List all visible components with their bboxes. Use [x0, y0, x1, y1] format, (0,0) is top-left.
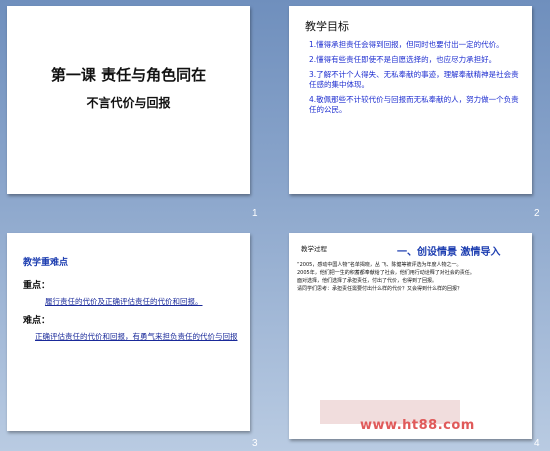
difficulty-text: 正确评估责任的代价和回报，有勇气来担负责任的代价与回报: [35, 332, 238, 341]
body-paragraph: 面对选择，他们选择了承担责任，付出了代价，也得到了回报。: [297, 278, 438, 284]
slide-4-heading: 一、创设情景 激情导入: [397, 247, 501, 258]
body-paragraph: “2005，感动中国人物”名单揭晓，丛 飞、陈健等被评选为年度人物之一。: [297, 262, 462, 268]
difficulty-label: 难点：: [23, 316, 51, 326]
slide-3-title: 教学重难点: [23, 258, 69, 268]
slide-1-subtitle: 不言代价与回报: [86, 96, 171, 110]
slide-4-label: 教学过程: [301, 245, 327, 253]
slide-thumbnail-1[interactable]: 第一课 责任与角色同在 不言代价与回报: [7, 6, 250, 194]
slide-thumbnail-2[interactable]: 教学目标 1.懂得承担责任会得到回报，但同时也要付出一定的代价。 2.懂得有些责…: [289, 6, 532, 194]
objective-item: 2.懂得有些责任即使不是自愿选择的，也应尽力承担好。: [309, 55, 497, 64]
objective-item: 4.敬佩那些不计较代价与回报而无私奉献的人，努力做一个负责任的公民。: [309, 95, 519, 114]
slide-2-objectives-list: 1.懂得承担责任会得到回报，但同时也要付出一定的代价。 2.懂得有些责任即使不是…: [309, 40, 521, 120]
key-point-text: 履行责任的代价及正确评估责任的代价和回报。: [45, 297, 203, 306]
watermark-text: www.ht88.com: [360, 418, 475, 433]
slide-2-title: 教学目标: [305, 20, 349, 33]
slide-number-2: 2: [534, 208, 540, 219]
slide-1-title: 第一课 责任与角色同在: [50, 66, 207, 84]
body-paragraph: 2005年，他们把一生的积蓄都奉献给了社会，他们用行动诠释了对社会的责任。: [297, 270, 475, 276]
objective-item: 3.了解不计个人得失、无私奉献的事迹，理解奉献精神是社会责任感的集中体现。: [309, 70, 519, 89]
slide-4-body: “2005，感动中国人物”名单揭晓，丛 飞、陈健等被评选为年度人物之一。 200…: [297, 261, 526, 293]
slide-number-4: 4: [534, 438, 540, 449]
objective-item: 1.懂得承担责任会得到回报，但同时也要付出一定的代价。: [309, 40, 504, 49]
key-point-label: 重点：: [23, 281, 51, 291]
slide-number-3: 3: [252, 438, 258, 449]
slide-thumbnail-3[interactable]: 教学重难点 重点： 履行责任的代价及正确评估责任的代价和回报。 难点： 正确评估…: [7, 233, 250, 431]
body-paragraph: 请同学们思考：承担责任需要付出什么样的代价？又会得到什么样的回报？: [297, 286, 463, 292]
slide-number-1: 1: [252, 208, 258, 219]
